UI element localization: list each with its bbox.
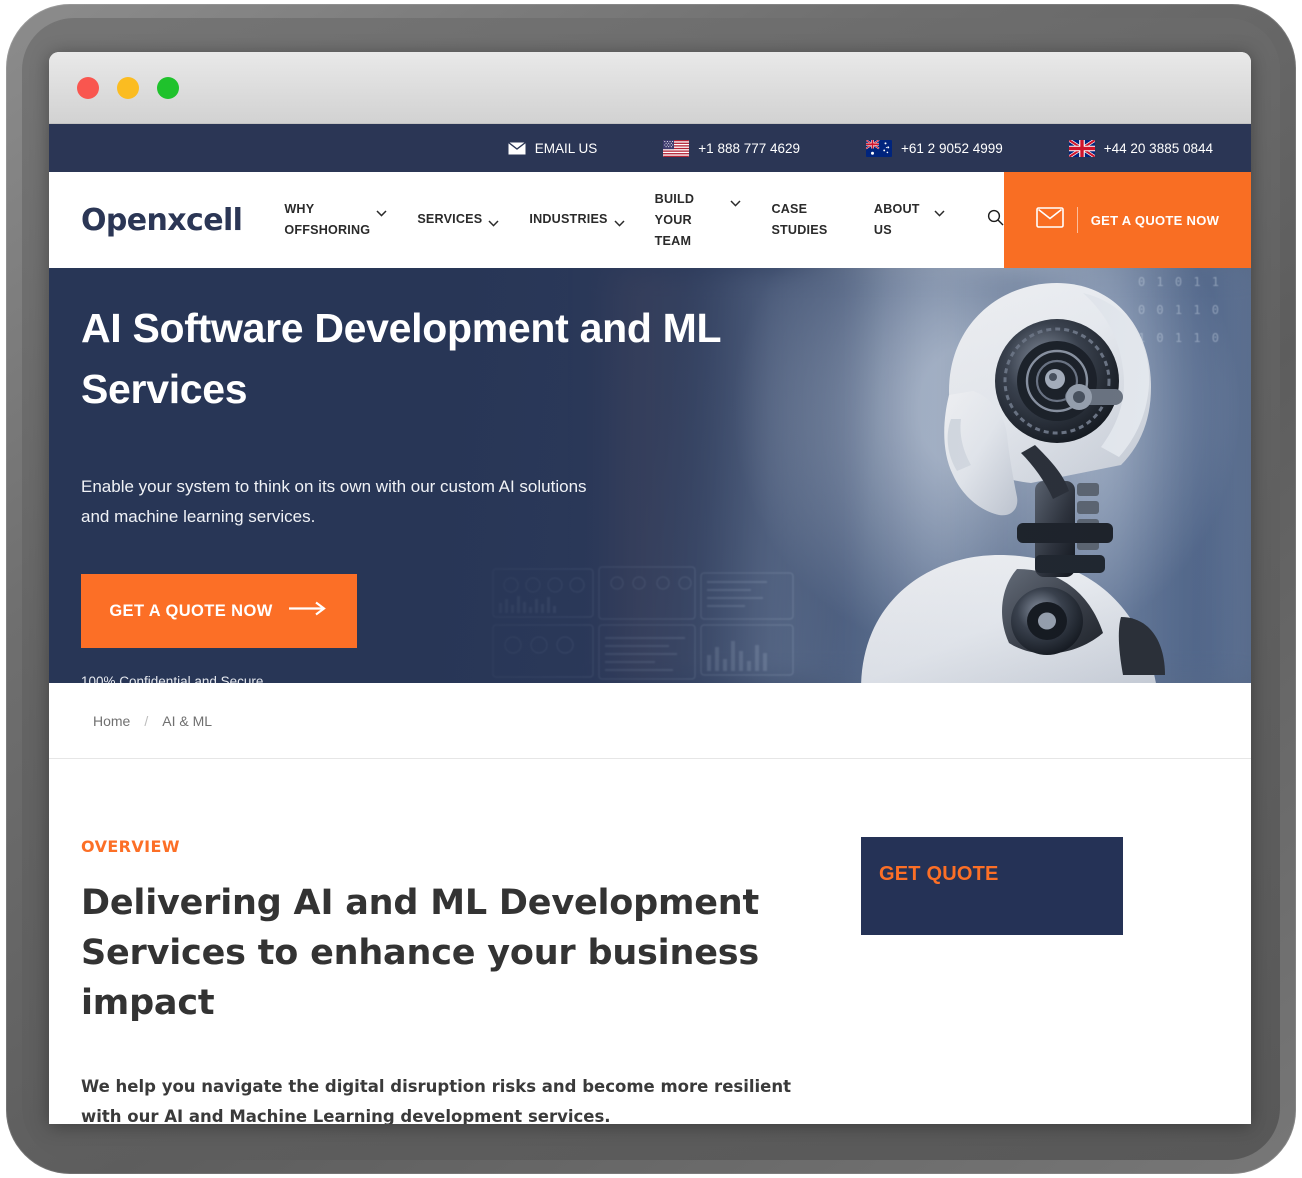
- email-us-link[interactable]: EMAIL US: [507, 140, 598, 156]
- nav-cta-divider: [1076, 207, 1078, 233]
- breadcrumb: Home / AI & ML: [49, 683, 1251, 759]
- search-button[interactable]: [987, 209, 1004, 231]
- nav-item-label: INDUSTRIES: [529, 211, 608, 226]
- traffic-lights: [77, 76, 179, 99]
- minimize-window-button[interactable]: [117, 76, 139, 99]
- nav-item-label: SERVICES: [417, 211, 483, 226]
- hero-content: AI Software Development and ML Services …: [49, 268, 1251, 683]
- nav-item-label: ABOUT US: [873, 202, 920, 237]
- site-logo-text: Openxcell: [81, 202, 243, 238]
- us-flag-icon: [663, 139, 690, 157]
- chevron-down-icon: [730, 194, 741, 212]
- uk-flag-icon: [1068, 139, 1095, 157]
- email-us-label: EMAIL US: [534, 140, 598, 156]
- uk-phone-number: +44 20 3885 0844: [1103, 140, 1213, 156]
- au-flag-icon: [866, 139, 893, 157]
- get-quote-card[interactable]: GET QUOTE: [861, 837, 1123, 935]
- envelope-icon: [1035, 207, 1064, 233]
- hero-get-quote-button[interactable]: GET A QUOTE NOW: [81, 574, 357, 648]
- hero-security-note: 100% Confidential and Secure: [81, 674, 264, 683]
- chevron-down-icon: [614, 214, 625, 232]
- main-navigation: Openxcell WHY OFFSHORING SERVICES INDUST…: [49, 172, 1251, 268]
- nav-item-services[interactable]: SERVICES: [417, 209, 499, 232]
- breadcrumb-home[interactable]: Home: [93, 713, 130, 729]
- nav-get-quote-button[interactable]: GET A QUOTE NOW: [1004, 172, 1251, 268]
- chevron-down-icon: [488, 214, 499, 232]
- chevron-down-icon: [376, 204, 387, 222]
- phone-uk[interactable]: +44 20 3885 0844: [1068, 139, 1213, 157]
- utility-topbar: EMAIL US +1 888 777 4629 +61 2 9052 4999…: [49, 124, 1251, 172]
- nav-menu: WHY OFFSHORING SERVICES INDUSTRIES BUILD…: [254, 189, 1004, 252]
- nav-left-group: Openxcell WHY OFFSHORING SERVICES INDUST…: [49, 172, 1004, 268]
- overview-body: We help you navigate the digital disrupt…: [81, 1077, 791, 1124]
- maximize-window-button[interactable]: [157, 76, 179, 99]
- overview-section: OVERVIEW Delivering AI and ML Developmen…: [49, 759, 1251, 1124]
- browser-window: EMAIL US +1 888 777 4629 +61 2 9052 4999…: [49, 52, 1251, 1124]
- envelope-icon: [507, 141, 526, 155]
- site-logo[interactable]: Openxcell: [81, 202, 243, 238]
- hero-section: 0 1 0 1 1 0 0 1 1 0 1 0 1 1 0: [49, 268, 1251, 683]
- hero-subtitle: Enable your system to think on its own w…: [81, 477, 587, 526]
- phone-au[interactable]: +61 2 9052 4999: [866, 139, 1003, 157]
- arrow-right-icon: [288, 601, 329, 621]
- overview-eyebrow: OVERVIEW: [81, 837, 180, 856]
- nav-cta-label: GET A QUOTE NOW: [1090, 212, 1220, 228]
- us-phone-number: +1 888 777 4629: [698, 140, 801, 156]
- close-window-button[interactable]: [77, 76, 99, 99]
- search-icon: [987, 209, 1004, 231]
- nav-item-about-us[interactable]: ABOUT US: [874, 199, 945, 241]
- nav-item-label: WHY OFFSHORING: [284, 202, 371, 237]
- breadcrumb-current: AI & ML: [162, 712, 213, 729]
- nav-item-case-studies[interactable]: CASE STUDIES: [771, 199, 843, 241]
- nav-item-label: BUILD YOUR TEAM: [654, 191, 695, 248]
- breadcrumb-separator: /: [144, 712, 149, 729]
- nav-item-label: CASE STUDIES: [771, 202, 828, 237]
- get-quote-card-title: GET QUOTE: [879, 863, 999, 885]
- nav-item-industries[interactable]: INDUSTRIES: [529, 209, 625, 232]
- hero-title: AI Software Development and ML Services: [81, 305, 721, 412]
- au-phone-number: +61 2 9052 4999: [901, 140, 1003, 156]
- hero-button-label: GET A QUOTE NOW: [109, 601, 273, 620]
- chevron-down-icon: [934, 204, 945, 222]
- nav-item-why-offshoring[interactable]: WHY OFFSHORING: [284, 199, 387, 241]
- nav-item-build-your-team[interactable]: BUILD YOUR TEAM: [655, 189, 742, 252]
- phone-us[interactable]: +1 888 777 4629: [663, 139, 801, 157]
- browser-titlebar: [49, 52, 1251, 124]
- overview-text-column: OVERVIEW Delivering AI and ML Developmen…: [81, 837, 821, 1124]
- overview-title: Delivering AI and ML Development Service…: [81, 883, 760, 1023]
